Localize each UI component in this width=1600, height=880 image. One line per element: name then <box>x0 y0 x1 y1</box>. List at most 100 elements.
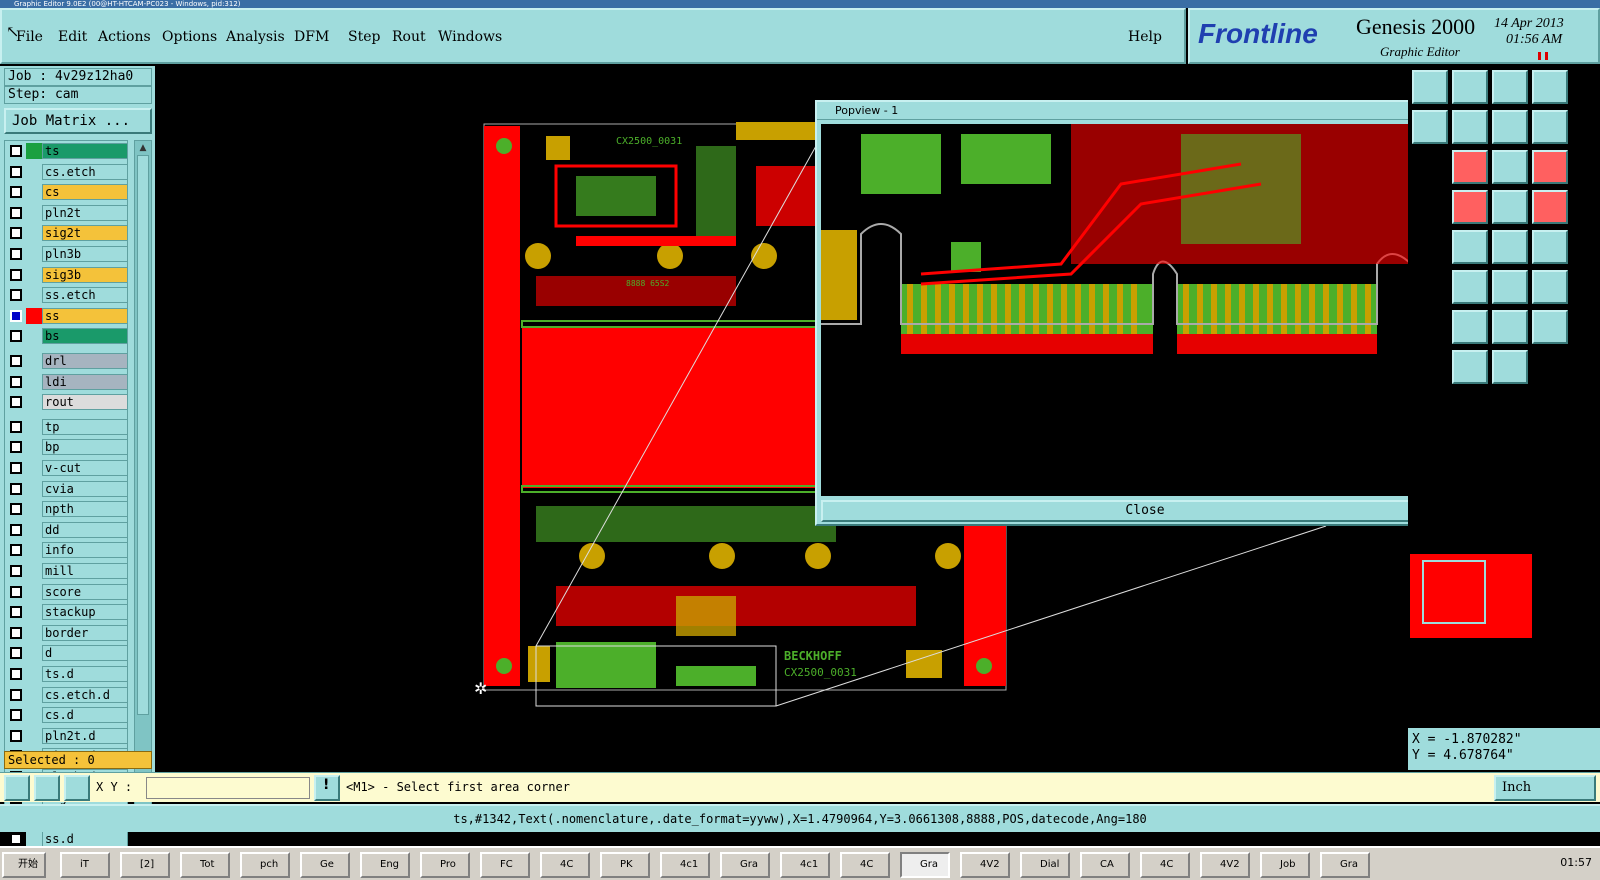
layer-checkbox[interactable] <box>10 688 22 701</box>
taskbar-item[interactable]: 4c1 <box>660 852 710 878</box>
taskbar-item[interactable]: PK <box>600 852 650 878</box>
layer-color-swatch[interactable] <box>26 439 42 456</box>
units-selector[interactable]: Inch <box>1494 775 1596 801</box>
taskbar-item[interactable]: iT <box>60 852 110 878</box>
menu-step[interactable]: Step <box>348 29 380 45</box>
taskbar-item[interactable]: 4c1 <box>780 852 830 878</box>
layer-row-bs[interactable]: bs <box>8 328 128 345</box>
layer-color-swatch[interactable] <box>26 542 42 559</box>
layer-name[interactable]: mill <box>42 563 128 579</box>
tool-save-icon[interactable] <box>1452 70 1488 104</box>
layer-checkbox[interactable] <box>10 375 22 388</box>
scroll-up-icon[interactable]: ▲ <box>137 143 149 153</box>
taskbar-item[interactable]: Gra <box>1320 852 1370 878</box>
layer-row-score[interactable]: score <box>8 583 128 600</box>
layer-checkbox[interactable] <box>10 248 22 260</box>
taskbar-item[interactable]: FC <box>480 852 530 878</box>
layer-checkbox[interactable] <box>10 396 22 409</box>
layer-color-swatch[interactable] <box>26 373 42 390</box>
layer-checkbox[interactable] <box>10 420 22 433</box>
tool-layers-icon[interactable] <box>1532 150 1568 184</box>
layer-row-border[interactable]: border <box>8 624 128 641</box>
menu-windows[interactable]: Windows <box>438 29 502 45</box>
layer-color-swatch[interactable] <box>26 204 42 221</box>
layer-row-mill[interactable]: mill <box>8 563 128 579</box>
tool-open-icon[interactable] <box>1412 70 1448 104</box>
layer-checkbox[interactable] <box>10 647 22 660</box>
layer-row-pln3b[interactable]: pln3b <box>8 246 128 262</box>
layer-color-swatch[interactable] <box>26 604 42 621</box>
layer-checkbox[interactable] <box>10 668 22 680</box>
menu-file[interactable]: File <box>16 29 43 45</box>
layer-color-swatch[interactable] <box>26 830 42 847</box>
layer-color-swatch[interactable] <box>26 460 42 476</box>
taskbar-item[interactable]: 4V2 <box>1200 852 1250 878</box>
layer-row-pln2t-d[interactable]: pln2t.d <box>8 727 128 744</box>
tool-help-icon[interactable] <box>1452 150 1488 184</box>
layer-checkbox[interactable] <box>10 523 22 536</box>
layer-name[interactable]: sig2t <box>42 225 128 242</box>
layer-checkbox[interactable] <box>10 309 22 322</box>
job-matrix-button[interactable]: Job Matrix ... <box>4 108 152 134</box>
tool-layout-icon[interactable] <box>1532 70 1568 104</box>
layer-color-swatch[interactable] <box>26 246 42 262</box>
grid-icon[interactable] <box>64 775 90 801</box>
tool-select-b-icon[interactable] <box>1492 350 1528 384</box>
taskbar-item[interactable]: Tot <box>180 852 230 878</box>
taskbar-item[interactable]: Job <box>1260 852 1310 878</box>
layer-color-swatch[interactable] <box>26 266 42 283</box>
layer-color-swatch[interactable] <box>26 307 42 324</box>
taskbar-item[interactable]: 4C <box>1140 852 1190 878</box>
layer-color-swatch[interactable] <box>26 501 42 518</box>
layer-row-ts[interactable]: ts <box>8 143 128 159</box>
layer-row-tp[interactable]: tp <box>8 418 128 435</box>
taskbar-item[interactable]: Gra <box>720 852 770 878</box>
layer-color-swatch[interactable] <box>26 666 42 682</box>
tool-snap-icon[interactable] <box>1452 230 1488 264</box>
layer-name[interactable]: cs.etch.d <box>42 686 128 703</box>
tool-select-icon[interactable] <box>1452 350 1488 384</box>
layer-checkbox[interactable] <box>10 482 22 495</box>
layer-checkbox[interactable] <box>10 145 22 157</box>
layer-name[interactable]: drl <box>42 353 128 369</box>
menu-rout[interactable]: Rout <box>392 29 426 45</box>
scroll-thumb[interactable] <box>137 155 149 715</box>
layer-name[interactable]: dd <box>42 521 128 538</box>
layer-row-ts-d[interactable]: ts.d <box>8 666 128 682</box>
taskbar-item[interactable]: Eng <box>360 852 410 878</box>
layer-name[interactable]: pln2t.d <box>42 727 128 744</box>
layer-name[interactable]: bp <box>42 439 128 456</box>
layer-color-swatch[interactable] <box>26 353 42 369</box>
layer-checkbox[interactable] <box>10 186 22 199</box>
layer-name[interactable]: info <box>42 542 128 559</box>
tool-pan-icon[interactable] <box>1452 310 1488 344</box>
layer-name[interactable]: stackup <box>42 604 128 621</box>
layer-name[interactable]: pln2t <box>42 204 128 221</box>
layer-name[interactable]: border <box>42 624 128 641</box>
taskbar-item[interactable]: [2] <box>120 852 170 878</box>
layer-checkbox[interactable] <box>10 503 22 516</box>
layer-checkbox[interactable] <box>10 462 22 474</box>
layer-color-swatch[interactable] <box>26 707 42 724</box>
layer-color-swatch[interactable] <box>26 521 42 538</box>
taskbar-item[interactable]: CA <box>1080 852 1130 878</box>
layer-name[interactable]: ts <box>42 143 128 159</box>
measure-icon[interactable] <box>34 775 60 801</box>
tool-route-icon[interactable] <box>1492 230 1528 264</box>
tool-triangle-b-icon[interactable] <box>1532 310 1568 344</box>
layer-row-sig2t[interactable]: sig2t <box>8 225 128 242</box>
layer-checkbox[interactable] <box>10 206 22 219</box>
layer-row-ldi[interactable]: ldi <box>8 373 128 390</box>
tool-import-icon[interactable] <box>1412 110 1448 144</box>
layer-checkbox[interactable] <box>10 832 22 845</box>
tool-zoom-in-icon[interactable] <box>1492 150 1528 184</box>
layer-name[interactable]: d <box>42 645 128 662</box>
layer-name[interactable]: ts.d <box>42 666 128 682</box>
layer-row-drl[interactable]: drl <box>8 353 128 369</box>
popview-window[interactable]: Popview - 1 × <box>815 100 1473 526</box>
layer-checkbox[interactable] <box>10 565 22 577</box>
layer-checkbox[interactable] <box>10 544 22 557</box>
layer-row-pln2t[interactable]: pln2t <box>8 204 128 221</box>
layer-row-cs-d[interactable]: cs.d <box>8 707 128 724</box>
layer-checkbox[interactable] <box>10 606 22 619</box>
